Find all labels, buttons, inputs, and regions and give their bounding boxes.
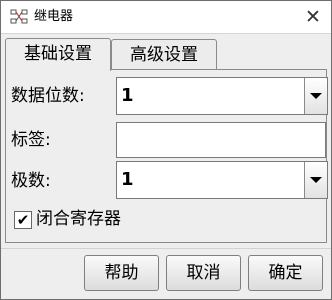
chevron-down-icon[interactable] — [304, 162, 327, 198]
data-bits-label: 数据位数: — [11, 86, 85, 106]
data-bits-value: 1 — [121, 85, 134, 106]
closed-register-checkbox[interactable]: ✔ — [14, 211, 32, 229]
relay-dialog: 继电器 ✕ 基础设置 高级设置 数据位数: 1 标签: 极数: 1 ✔ 闭合寄存… — [0, 0, 332, 300]
data-bits-select[interactable]: 1 — [116, 77, 328, 115]
title-bar: 继电器 ✕ — [1, 1, 331, 34]
divider — [1, 248, 331, 249]
help-button[interactable]: 帮助 — [84, 255, 159, 291]
window-title: 继电器 — [34, 9, 74, 24]
basic-settings-panel: 数据位数: 1 标签: 极数: 1 ✔ 闭合寄存器 — [5, 69, 328, 243]
tag-label: 标签: — [11, 130, 51, 150]
tab-basic-settings[interactable]: 基础设置 — [5, 38, 111, 71]
relay-app-icon — [10, 9, 28, 24]
poles-value: 1 — [121, 169, 134, 190]
poles-select[interactable]: 1 — [116, 161, 328, 199]
closed-register-label: 闭合寄存器 — [36, 209, 121, 229]
tab-advanced-settings[interactable]: 高级设置 — [111, 39, 217, 70]
chevron-down-icon[interactable] — [304, 78, 327, 114]
poles-label: 极数: — [11, 171, 51, 191]
tag-input[interactable] — [116, 122, 326, 158]
ok-button[interactable]: 确定 — [248, 255, 323, 291]
close-icon[interactable]: ✕ — [297, 3, 329, 31]
tab-bar: 基础设置 高级设置 — [5, 38, 327, 71]
cancel-button[interactable]: 取消 — [166, 255, 241, 291]
